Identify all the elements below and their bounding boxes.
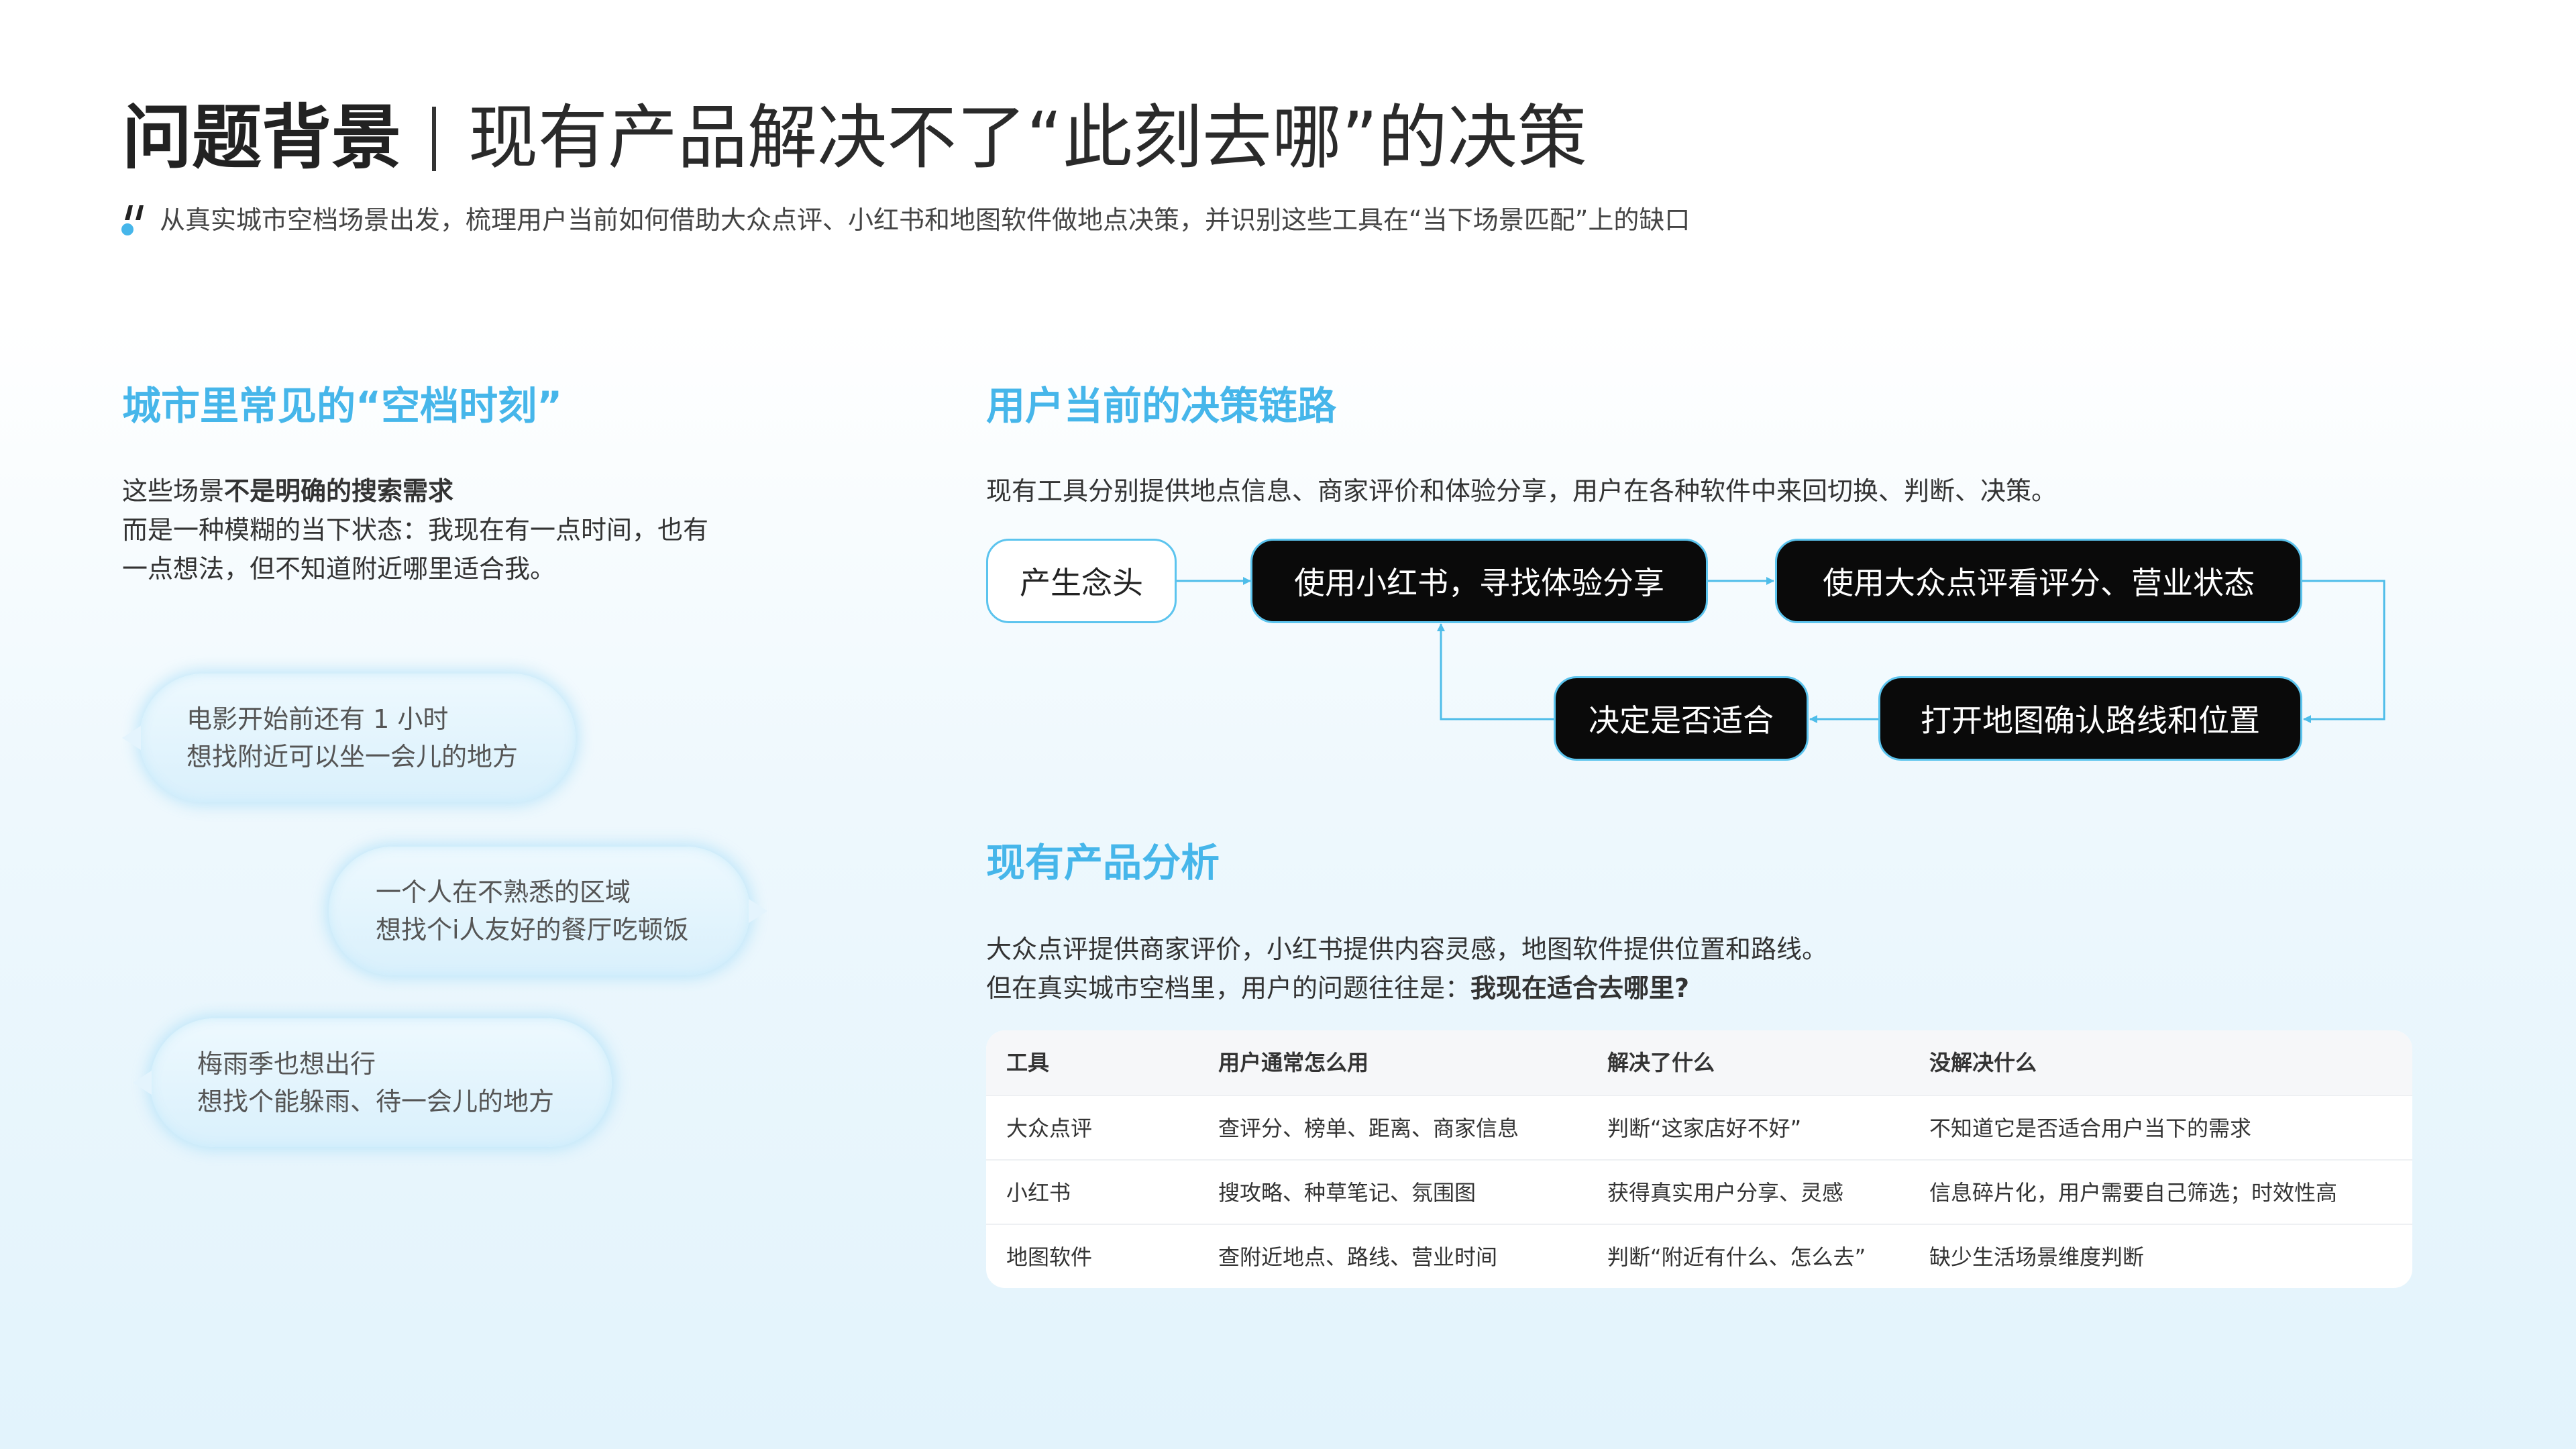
page-title: 问题背景 现有产品解决不了“此刻去哪”的决策 [122, 94, 1587, 181]
section-title-decision-chain: 用户当前的决策链路 [986, 383, 1337, 429]
bubble-line: 想找附近可以坐一会儿的地方 [186, 742, 519, 771]
intro-line-3: 一点想法，但不知道附近哪里适合我。 [122, 554, 556, 584]
table-header-cell: 没解决什么 [1929, 1050, 2037, 1075]
flow-node-idea: 产生念头 [986, 539, 1177, 623]
flow-node-decide: 决定是否适合 [1554, 676, 1809, 761]
table-cell: 查评分、榜单、距离、商家信息 [1218, 1116, 1519, 1141]
flow-arrow [1437, 623, 1554, 720]
bubble-line: 电影开始前还有 1 小时 [186, 704, 449, 734]
section-title-idle-moments: 城市里常见的“空档时刻” [122, 383, 563, 429]
bubble-line: 想找个能躲雨、待一会儿的地方 [197, 1087, 555, 1116]
bubble-tail [749, 899, 767, 923]
section-title-product-analysis: 现有产品分析 [986, 840, 1220, 885]
table-header-cell: 用户通常怎么用 [1218, 1050, 1369, 1075]
product-analysis-table: 工具 用户通常怎么用 解决了什么 没解决什么 大众点评 查评分、榜单、距离、商家… [986, 1030, 2412, 1288]
table-row: 小红书 搜攻略、种草笔记、氛围图 获得真实用户分享、灵感 信息碎片化，用户需要自… [986, 1159, 2412, 1225]
table-cell: 大众点评 [1006, 1116, 1093, 1141]
idle-moments-intro: 这些场景不是明确的搜索需求 而是一种模糊的当下状态：我现在有一点时间，也有 一点… [122, 472, 766, 588]
flow-node-xiaohongshu: 使用小红书，寻找体验分享 [1250, 539, 1708, 623]
analysis-desc-line-1: 大众点评提供商家评价，小红书提供内容灵感，地图软件提供位置和路线。 [986, 934, 1828, 964]
table-header-cell: 工具 [1006, 1050, 1050, 1075]
analysis-desc-line-2: 但在真实城市空档里，用户的问题往往是：我现在适合去哪里? [986, 973, 1690, 1003]
table-cell: 获得真实用户分享、灵感 [1607, 1180, 1844, 1205]
bubble-line: 一个人在不熟悉的区域 [376, 877, 631, 907]
table-cell: 地图软件 [1006, 1244, 1093, 1270]
title-rest: 现有产品解决不了“此刻去哪”的决策 [468, 97, 1587, 178]
bubble-line: 梅雨季也想出行 [197, 1049, 376, 1079]
bubble-tail [133, 1071, 152, 1095]
intro-emphasis: 不是明确的搜索需求 [224, 476, 454, 506]
scene-bubble: 梅雨季也想出行 想找个能躲雨、待一会儿的地方 [133, 1018, 612, 1147]
table-cell: 搜攻略、种草笔记、氛围图 [1218, 1180, 1477, 1205]
intro-line-1: 这些场景不是明确的搜索需求 [122, 476, 454, 506]
table-cell: 查附近地点、路线、营业时间 [1218, 1244, 1498, 1270]
table-header-cell: 解决了什么 [1607, 1050, 1715, 1075]
bubble-line: 想找个i人友好的餐厅吃顿饭 [376, 915, 689, 945]
scene-bubble: 一个人在不熟悉的区域 想找个i人友好的餐厅吃顿饭 [329, 847, 767, 975]
flow-node-map: 打开地图确认路线和位置 [1878, 676, 2302, 761]
table-header-row: 工具 用户通常怎么用 解决了什么 没解决什么 [986, 1030, 2412, 1095]
quote-mark-icon [121, 205, 144, 235]
title-separator [432, 107, 437, 171]
table-cell: 信息碎片化，用户需要自己筛选；时效性高 [1929, 1180, 2338, 1205]
decision-chain-desc: 现有工具分别提供地点信息、商家评价和体验分享，用户在各种软件中来回切换、判断、决… [986, 476, 2057, 506]
table-row: 地图软件 查附近地点、路线、营业时间 判断“附近有什么、怎么去” 缺少生活场景维… [986, 1224, 2412, 1288]
bubble-tail [122, 726, 141, 750]
intro-line-2: 而是一种模糊的当下状态：我现在有一点时间，也有 [122, 515, 709, 545]
analysis-key-question: 我现在适合去哪里? [1470, 973, 1690, 1003]
table-cell: 小红书 [1006, 1180, 1071, 1205]
flow-node-dianping: 使用大众点评看评分、营业状态 [1775, 539, 2302, 623]
table-cell: 不知道它是否适合用户当下的需求 [1929, 1116, 2252, 1141]
flow-arrow [2302, 580, 2385, 723]
title-bold: 问题背景 [122, 97, 402, 178]
table-cell: 缺少生活场景维度判断 [1929, 1244, 2145, 1270]
scene-bubble: 电影开始前还有 1 小时 想找附近可以坐一会儿的地方 [122, 674, 576, 802]
product-analysis-desc: 大众点评提供商家评价，小红书提供内容灵感，地图软件提供位置和路线。 但在真实城市… [986, 930, 1827, 1008]
table-cell: 判断“附近有什么、怎么去” [1607, 1244, 1866, 1270]
table-cell: 判断“这家店好不好” [1607, 1116, 1802, 1141]
page-subtitle: 从真实城市空档场景出发，梳理用户当前如何借助大众点评、小红书和地图软件做地点决策… [160, 205, 1690, 235]
table-row: 大众点评 查评分、榜单、距离、商家信息 判断“这家店好不好” 不知道它是否适合用… [986, 1095, 2412, 1161]
